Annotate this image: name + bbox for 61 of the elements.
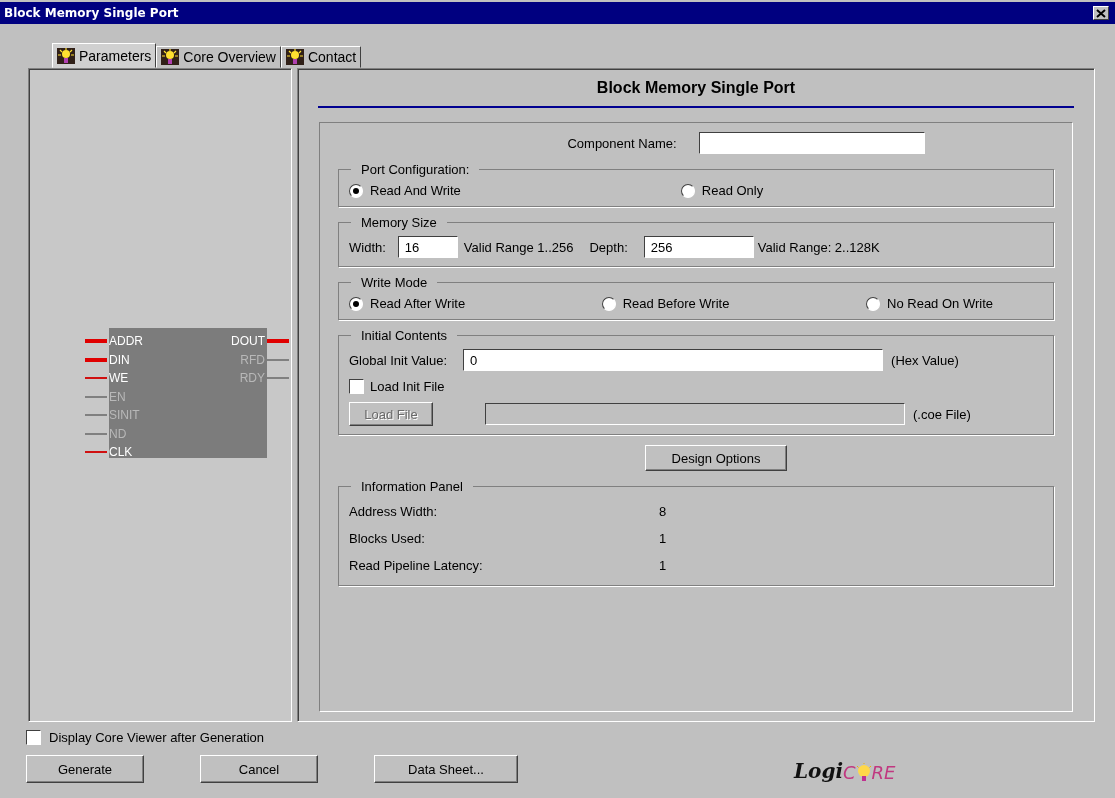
tab[interactable]: Parameters	[52, 43, 157, 68]
tab[interactable]: Core Overview	[156, 46, 281, 68]
unit-note: (.coe File)	[913, 406, 971, 422]
group-title: Port Configuration:	[360, 162, 471, 177]
logicore-logo: LogiC RE	[794, 758, 896, 783]
component-name-field[interactable]	[698, 132, 925, 154]
pin-label: DIN	[109, 352, 131, 367]
tab[interactable]: Contact	[280, 46, 362, 68]
lightbulb-icon	[57, 47, 75, 64]
pin-label: ADDR	[109, 334, 144, 349]
radio-label: Read And Write	[370, 183, 461, 198]
pin-label: ND	[109, 426, 128, 441]
group-title: Memory Size	[360, 215, 438, 230]
radio-button[interactable]	[601, 296, 616, 311]
info-value: 1	[659, 558, 667, 573]
info-value: 8	[659, 504, 667, 519]
field-label: Width:	[349, 239, 386, 255]
group-title: Write Mode	[360, 275, 429, 290]
group-title: Information Panel	[360, 479, 464, 494]
pin-label: SINIT	[109, 408, 141, 423]
pin-label: WE	[109, 371, 130, 386]
radio-button[interactable]	[866, 296, 881, 311]
window-title: Block Memory Single Port	[4, 6, 179, 20]
lightbulb-icon	[161, 49, 180, 65]
radio-button[interactable]	[349, 296, 363, 311]
radio-button[interactable]	[349, 183, 363, 198]
field-label: Global Init Value:	[349, 352, 448, 368]
dialog-button[interactable]: Data Sheet...	[374, 755, 518, 783]
pin-label: CLK	[109, 445, 134, 460]
radio-label: Read After Write	[370, 296, 466, 311]
range-note: Valid Range 1..256	[463, 239, 574, 255]
checkbox[interactable]	[26, 730, 41, 745]
pin-label: RFD	[239, 352, 265, 367]
width-field[interactable]: 16	[397, 236, 458, 258]
pin-label: RDY	[238, 371, 265, 386]
checkbox-label: Display Core Viewer after Generation	[49, 730, 265, 745]
checkbox-label: Load Init File	[370, 379, 445, 394]
radio-button[interactable]	[680, 183, 695, 198]
field-label: Component Name:	[567, 135, 677, 151]
dialog-button[interactable]: Generate	[26, 755, 144, 783]
lightbulb-icon	[285, 49, 304, 65]
depth-field[interactable]: 256	[643, 236, 754, 258]
init-value-field[interactable]: 0	[463, 349, 884, 371]
info-label: Address Width:	[349, 504, 439, 519]
radio-label: Read Before Write	[622, 296, 730, 311]
info-label: Read Pipeline Latency:	[349, 558, 484, 573]
info-value: 1	[659, 531, 667, 546]
panel-heading: Block Memory Single Port	[318, 69, 1074, 108]
radio-label: No Read On Write	[887, 296, 993, 311]
unit-note: (Hex Value)	[891, 352, 959, 368]
radio-label: Read Only	[701, 183, 764, 198]
info-label: Blocks Used:	[349, 531, 426, 546]
design-options-button[interactable]: Design Options	[645, 445, 787, 471]
checkbox[interactable]	[349, 379, 364, 394]
close-button[interactable]	[1093, 6, 1109, 20]
pin-label: EN	[109, 389, 127, 404]
group-title: Initial Contents	[360, 328, 448, 343]
dialog-button[interactable]: Cancel	[200, 755, 318, 783]
range-note: Valid Range: 2..128K	[757, 239, 880, 255]
pin-label: DOUT	[230, 334, 265, 349]
field-label: Depth:	[589, 239, 628, 255]
